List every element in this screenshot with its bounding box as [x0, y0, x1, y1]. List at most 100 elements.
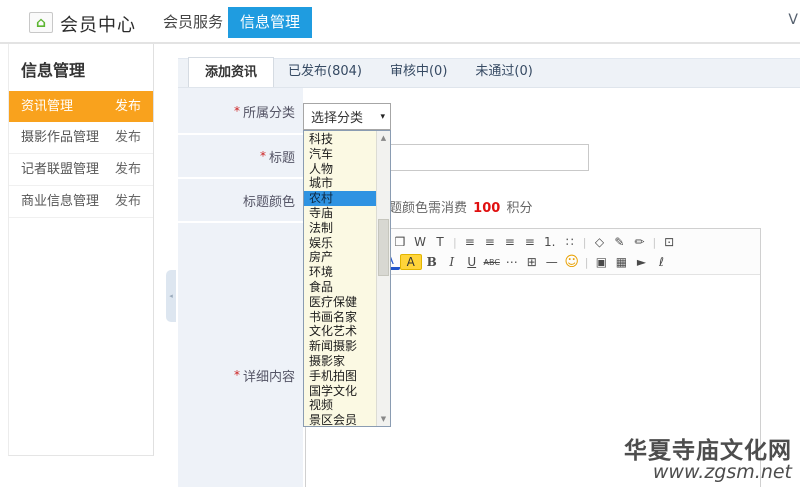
tab-审核中(0)[interactable]: 审核中(0) [376, 57, 461, 87]
dropdown-option-房产[interactable]: 房产 [304, 250, 376, 265]
scroll-up-icon[interactable]: ▲ [377, 131, 390, 145]
sidebar-item-label: 记者联盟管理 [21, 162, 100, 177]
scrollbar-thumb[interactable] [378, 219, 389, 276]
sidebar-item-action[interactable]: 发布 [115, 154, 141, 185]
dropdown-option-景区会员[interactable]: 景区会员 [304, 413, 376, 426]
sidebar-item-记者联盟管理[interactable]: 记者联盟管理 发布 [9, 154, 153, 186]
dropdown-option-手机拍图[interactable]: 手机拍图 [304, 369, 376, 384]
dropdown-option-科技[interactable]: 科技 [304, 132, 376, 147]
dropdown-option-人物[interactable]: 人物 [304, 162, 376, 177]
dropdown-option-摄影家[interactable]: 摄影家 [304, 354, 376, 369]
dropdown-option-寺庙[interactable]: 寺庙 [304, 206, 376, 221]
chevron-down-icon: ▾ [380, 111, 385, 122]
sidebar: 信息管理 资讯管理 发布 摄影作品管理 发布 记者联盟管理 发布 商业信息管理 发布 [8, 44, 154, 456]
dropdown-option-国学文化[interactable]: 国学文化 [304, 384, 376, 399]
row-divider [178, 221, 303, 223]
nav-item-member-services[interactable]: 会员服务 [163, 0, 223, 44]
home-button[interactable]: ⌂ [29, 12, 53, 33]
sidebar-item-label: 资讯管理 [21, 99, 74, 114]
house-icon: ⌂ [35, 14, 47, 31]
watermark-site-url: www.zgsm.net [652, 461, 792, 484]
dotted-line-icon[interactable]: ⋯ [502, 254, 522, 271]
attachment-icon[interactable]: ℓ [651, 254, 671, 271]
dropdown-option-视频[interactable]: 视频 [304, 398, 376, 413]
italic-icon[interactable]: I [442, 254, 462, 271]
nav-item-info-management[interactable]: 信息管理 [228, 7, 312, 38]
title-color-label: 标题颜色 [242, 194, 295, 210]
dropdown-option-文化艺术[interactable]: 文化艺术 [304, 324, 376, 339]
category-select-value: 选择分类 [311, 111, 364, 126]
form-label-panel: * 所属分类 * 标题 标题颜色 * 详细内容 [178, 88, 303, 487]
top-navigation: ⌂ 会员中心 会员服务 信息管理 V [0, 0, 800, 44]
sidebar-item-商业信息管理[interactable]: 商业信息管理 发布 [9, 186, 153, 218]
required-asterisk: * [233, 104, 240, 118]
tab-未通过(0)[interactable]: 未通过(0) [461, 57, 546, 87]
category-label: * 所属分类 [233, 104, 295, 121]
dropdown-option-食品[interactable]: 食品 [304, 280, 376, 295]
dropdown-option-医疗保健[interactable]: 医疗保健 [304, 295, 376, 310]
image-insert-icon[interactable]: ▣ [591, 254, 611, 271]
dropdown-option-汽车[interactable]: 汽车 [304, 147, 376, 162]
fullscreen-icon[interactable]: ⊡ [659, 234, 679, 251]
paste-icon[interactable]: ❒ [390, 234, 410, 251]
paste-text-icon[interactable]: T [430, 234, 450, 251]
site-watermark: 华夏寺庙文化网 www.zgsm.net [624, 439, 792, 483]
draft-icon[interactable]: ✏ [629, 234, 649, 251]
title-label: * 标题 [259, 149, 295, 166]
sidebar-title: 信息管理 [21, 61, 86, 80]
toolbar-separator: | [453, 235, 457, 249]
content-tab-bar: 添加资讯 已发布(804) 审核中(0) 未通过(0) [178, 57, 800, 88]
points-cost-value: 100 [473, 201, 501, 216]
paste-word-icon[interactable]: W [410, 234, 430, 251]
sidebar-item-action[interactable]: 发布 [115, 186, 141, 217]
dropdown-option-新闻摄影[interactable]: 新闻摄影 [304, 339, 376, 354]
align-left-icon[interactable]: ≡ [460, 234, 480, 251]
scroll-down-icon[interactable]: ▼ [377, 412, 390, 426]
dropdown-option-农村[interactable]: 农村 [304, 191, 376, 206]
collapse-arrow-icon: ◂ [169, 292, 173, 300]
title-color-note: 题颜色需消费 100 积分 [389, 201, 533, 216]
category-dropdown-list: 科技 汽车 人物 城市 农村 寺庙 法制 娱乐 房产 环境 食品 医疗保健 书画名家 文化艺术 新闻摄影 摄影… [303, 130, 391, 427]
required-asterisk: * [233, 368, 240, 382]
align-justify-icon[interactable]: ≡ [520, 234, 540, 251]
sidebar-item-label: 摄影作品管理 [21, 130, 100, 145]
strikethrough-icon[interactable]: ABC [482, 254, 502, 271]
media-icon[interactable]: ► [631, 254, 651, 271]
page-title: 会员中心 [60, 15, 136, 36]
sidebar-collapse-handle[interactable]: ◂ [166, 270, 176, 322]
underline-icon[interactable]: U [462, 254, 482, 271]
tab-已发布(804)[interactable]: 已发布(804) [274, 57, 376, 87]
sidebar-item-label: 商业信息管理 [21, 194, 100, 209]
dropdown-option-城市[interactable]: 城市 [304, 176, 376, 191]
bold-icon[interactable]: B [422, 254, 442, 271]
dropdown-option-法制[interactable]: 法制 [304, 221, 376, 236]
sidebar-item-摄影作品管理[interactable]: 摄影作品管理 发布 [9, 122, 153, 154]
eraser-icon[interactable]: ◇ [589, 234, 609, 251]
sidebar-item-action[interactable]: 发布 [115, 122, 141, 153]
sidebar-item-资讯管理[interactable]: 资讯管理 发布 [9, 91, 153, 122]
dropdown-option-娱乐[interactable]: 娱乐 [304, 236, 376, 251]
emoticon-icon[interactable]: ☺ [562, 254, 582, 271]
content-label: * 详细内容 [233, 368, 295, 385]
format-brush-icon[interactable]: ✎ [609, 234, 629, 251]
nav-right-partial-text: V [788, 12, 798, 28]
align-center-icon[interactable]: ≡ [480, 234, 500, 251]
toolbar-separator: | [584, 255, 589, 269]
multi-image-icon[interactable]: ▦ [611, 254, 631, 271]
dropdown-scrollbar[interactable]: ▲ ▼ [376, 131, 390, 426]
category-select[interactable]: 选择分类 ▾ [303, 103, 391, 130]
dropdown-option-书画名家[interactable]: 书画名家 [304, 310, 376, 325]
toolbar-separator: | [652, 235, 657, 249]
toolbar-separator: | [582, 235, 587, 249]
sidebar-item-action[interactable]: 发布 [115, 91, 141, 122]
table-icon[interactable]: ⊞ [522, 254, 542, 271]
dropdown-option-环境[interactable]: 环境 [304, 265, 376, 280]
ordered-list-icon[interactable]: 1. [540, 234, 560, 251]
hr-insert-icon[interactable]: — [542, 254, 562, 271]
tab-添加资讯[interactable]: 添加资讯 [188, 57, 275, 87]
align-right-icon[interactable]: ≡ [500, 234, 520, 251]
required-asterisk: * [259, 149, 266, 163]
highlight-color-icon[interactable]: A [399, 254, 422, 270]
unordered-list-icon[interactable]: ∷ [560, 234, 580, 251]
watermark-site-name: 华夏寺庙文化网 [624, 437, 792, 464]
